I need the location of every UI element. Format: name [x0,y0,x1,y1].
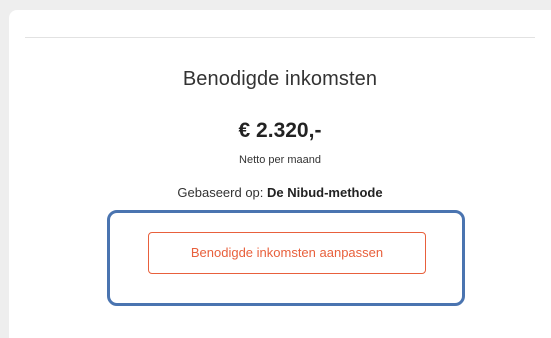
income-period: Netto per maand [239,154,321,166]
divider [25,37,535,38]
based-on-line: Gebaseerd op: De Nibud-methode [9,185,551,200]
based-on-method: De Nibud-methode [267,185,383,200]
based-on-label: Gebaseerd op: [177,185,264,200]
adjust-income-button[interactable]: Benodigde inkomsten aanpassen [148,232,426,274]
card-title: Benodigde inkomsten [182,68,378,90]
income-card: Benodigde inkomsten € 2.320,- Netto per … [9,10,551,338]
income-amount: € 2.320,- [238,119,322,142]
